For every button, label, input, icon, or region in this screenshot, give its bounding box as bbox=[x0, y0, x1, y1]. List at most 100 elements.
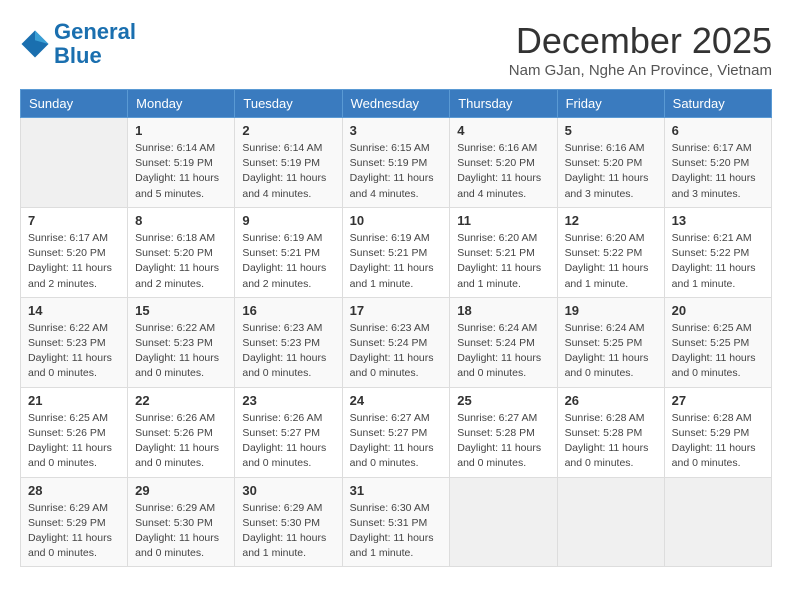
calendar-week-5: 28Sunrise: 6:29 AM Sunset: 5:29 PM Dayli… bbox=[21, 477, 772, 567]
day-number: 22 bbox=[135, 393, 227, 408]
day-number: 1 bbox=[135, 123, 227, 138]
day-number: 11 bbox=[457, 213, 549, 228]
day-number: 15 bbox=[135, 303, 227, 318]
day-info: Sunrise: 6:28 AM Sunset: 5:28 PM Dayligh… bbox=[565, 411, 657, 472]
day-number: 23 bbox=[242, 393, 334, 408]
calendar-cell bbox=[664, 477, 771, 567]
calendar-cell: 22 Sunrise: 6:26 AM Sunset: 5:26 PM Dayli… bbox=[128, 387, 235, 477]
day-number: 2 bbox=[242, 123, 334, 138]
day-info: Sunrise: 6:22 AM Sunset: 5:23 PM Dayligh… bbox=[28, 321, 120, 382]
weekday-header-friday: Friday bbox=[557, 90, 664, 118]
day-number: 28 bbox=[28, 483, 120, 498]
calendar-cell: 10 Sunrise: 6:19 AM Sunset: 5:21 PM Dayli… bbox=[342, 207, 450, 297]
calendar-cell: 2Sunrise: 6:14 AM Sunset: 5:19 PM Daylig… bbox=[235, 118, 342, 208]
calendar-cell: 7 Sunrise: 6:17 AM Sunset: 5:20 PM Daylig… bbox=[21, 207, 128, 297]
day-info: Sunrise: 6:27 AM Sunset: 5:27 PM Dayligh… bbox=[350, 411, 443, 472]
calendar-cell: 4 Sunrise: 6:16 AM Sunset: 5:20 PM Daylig… bbox=[450, 118, 557, 208]
calendar-cell bbox=[450, 477, 557, 567]
calendar-cell: 9Sunrise: 6:19 AM Sunset: 5:21 PM Daylig… bbox=[235, 207, 342, 297]
day-info: Sunrise: 6:23 AM Sunset: 5:23 PM Dayligh… bbox=[242, 321, 334, 382]
day-number: 10 bbox=[350, 213, 443, 228]
day-info: Sunrise: 6:26 AM Sunset: 5:27 PM Dayligh… bbox=[242, 411, 334, 472]
calendar-cell: 31Sunrise: 6:30 AM Sunset: 5:31 PM Dayli… bbox=[342, 477, 450, 567]
logo-text: General Blue bbox=[54, 20, 136, 68]
calendar-cell: 26 Sunrise: 6:28 AM Sunset: 5:28 PM Dayli… bbox=[557, 387, 664, 477]
calendar-week-4: 21 Sunrise: 6:25 AM Sunset: 5:26 PM Dayli… bbox=[21, 387, 772, 477]
calendar-cell: 1 Sunrise: 6:14 AM Sunset: 5:19 PM Daylig… bbox=[128, 118, 235, 208]
day-info: Sunrise: 6:16 AM Sunset: 5:20 PM Dayligh… bbox=[565, 141, 657, 202]
day-info: Sunrise: 6:26 AM Sunset: 5:26 PM Dayligh… bbox=[135, 411, 227, 472]
day-number: 14 bbox=[28, 303, 120, 318]
day-number: 13 bbox=[672, 213, 764, 228]
day-info: Sunrise: 6:19 AM Sunset: 5:21 PM Dayligh… bbox=[350, 231, 443, 292]
day-number: 3 bbox=[350, 123, 443, 138]
day-info: Sunrise: 6:24 AM Sunset: 5:25 PM Dayligh… bbox=[565, 321, 657, 382]
calendar-cell: 15 Sunrise: 6:22 AM Sunset: 5:23 PM Dayli… bbox=[128, 297, 235, 387]
weekday-header-row: SundayMondayTuesdayWednesdayThursdayFrid… bbox=[21, 90, 772, 118]
day-info: Sunrise: 6:20 AM Sunset: 5:22 PM Dayligh… bbox=[565, 231, 657, 292]
day-info: Sunrise: 6:17 AM Sunset: 5:20 PM Dayligh… bbox=[28, 231, 120, 292]
day-number: 31 bbox=[350, 483, 443, 498]
day-info: Sunrise: 6:19 AM Sunset: 5:21 PM Dayligh… bbox=[242, 231, 334, 292]
calendar-cell: 12 Sunrise: 6:20 AM Sunset: 5:22 PM Dayli… bbox=[557, 207, 664, 297]
location: Nam GJan, Nghe An Province, Vietnam bbox=[509, 62, 772, 79]
calendar-cell: 14 Sunrise: 6:22 AM Sunset: 5:23 PM Dayli… bbox=[21, 297, 128, 387]
day-number: 7 bbox=[28, 213, 120, 228]
calendar-cell: 25 Sunrise: 6:27 AM Sunset: 5:28 PM Dayli… bbox=[450, 387, 557, 477]
weekday-header-wednesday: Wednesday bbox=[342, 90, 450, 118]
day-number: 27 bbox=[672, 393, 764, 408]
weekday-header-tuesday: Tuesday bbox=[235, 90, 342, 118]
calendar-cell bbox=[21, 118, 128, 208]
calendar-cell: 21 Sunrise: 6:25 AM Sunset: 5:26 PM Dayli… bbox=[21, 387, 128, 477]
calendar-cell: 28Sunrise: 6:29 AM Sunset: 5:29 PM Dayli… bbox=[21, 477, 128, 567]
day-number: 21 bbox=[28, 393, 120, 408]
title-block: December 2025 Nam GJan, Nghe An Province… bbox=[509, 20, 772, 79]
weekday-header-sunday: Sunday bbox=[21, 90, 128, 118]
calendar-cell bbox=[557, 477, 664, 567]
day-info: Sunrise: 6:16 AM Sunset: 5:20 PM Dayligh… bbox=[457, 141, 549, 202]
month-title: December 2025 bbox=[509, 20, 772, 62]
page-header: General Blue December 2025 Nam GJan, Ngh… bbox=[20, 20, 772, 79]
calendar-cell: 8Sunrise: 6:18 AM Sunset: 5:20 PM Daylig… bbox=[128, 207, 235, 297]
day-info: Sunrise: 6:17 AM Sunset: 5:20 PM Dayligh… bbox=[672, 141, 764, 202]
day-number: 17 bbox=[350, 303, 443, 318]
calendar-cell: 13 Sunrise: 6:21 AM Sunset: 5:22 PM Dayli… bbox=[664, 207, 771, 297]
calendar-cell: 30 Sunrise: 6:29 AM Sunset: 5:30 PM Dayli… bbox=[235, 477, 342, 567]
calendar-cell: 20Sunrise: 6:25 AM Sunset: 5:25 PM Dayli… bbox=[664, 297, 771, 387]
weekday-header-thursday: Thursday bbox=[450, 90, 557, 118]
day-number: 29 bbox=[135, 483, 227, 498]
day-number: 26 bbox=[565, 393, 657, 408]
calendar-cell: 27Sunrise: 6:28 AM Sunset: 5:29 PM Dayli… bbox=[664, 387, 771, 477]
calendar-cell: 11 Sunrise: 6:20 AM Sunset: 5:21 PM Dayli… bbox=[450, 207, 557, 297]
day-info: Sunrise: 6:15 AM Sunset: 5:19 PM Dayligh… bbox=[350, 141, 443, 202]
day-info: Sunrise: 6:18 AM Sunset: 5:20 PM Dayligh… bbox=[135, 231, 227, 292]
logo: General Blue bbox=[20, 20, 136, 68]
day-number: 16 bbox=[242, 303, 334, 318]
day-info: Sunrise: 6:25 AM Sunset: 5:26 PM Dayligh… bbox=[28, 411, 120, 472]
day-number: 5 bbox=[565, 123, 657, 138]
day-number: 18 bbox=[457, 303, 549, 318]
day-info: Sunrise: 6:29 AM Sunset: 5:30 PM Dayligh… bbox=[242, 501, 334, 562]
day-info: Sunrise: 6:27 AM Sunset: 5:28 PM Dayligh… bbox=[457, 411, 549, 472]
weekday-header-monday: Monday bbox=[128, 90, 235, 118]
day-info: Sunrise: 6:14 AM Sunset: 5:19 PM Dayligh… bbox=[135, 141, 227, 202]
day-number: 4 bbox=[457, 123, 549, 138]
calendar-cell: 23 Sunrise: 6:26 AM Sunset: 5:27 PM Dayli… bbox=[235, 387, 342, 477]
calendar-cell: 17Sunrise: 6:23 AM Sunset: 5:24 PM Dayli… bbox=[342, 297, 450, 387]
day-info: Sunrise: 6:24 AM Sunset: 5:24 PM Dayligh… bbox=[457, 321, 549, 382]
calendar-cell: 29Sunrise: 6:29 AM Sunset: 5:30 PM Dayli… bbox=[128, 477, 235, 567]
day-info: Sunrise: 6:21 AM Sunset: 5:22 PM Dayligh… bbox=[672, 231, 764, 292]
calendar-table: SundayMondayTuesdayWednesdayThursdayFrid… bbox=[20, 89, 772, 567]
calendar-week-2: 7 Sunrise: 6:17 AM Sunset: 5:20 PM Daylig… bbox=[21, 207, 772, 297]
calendar-cell: 3 Sunrise: 6:15 AM Sunset: 5:19 PM Daylig… bbox=[342, 118, 450, 208]
day-number: 25 bbox=[457, 393, 549, 408]
day-number: 24 bbox=[350, 393, 443, 408]
calendar-cell: 5 Sunrise: 6:16 AM Sunset: 5:20 PM Daylig… bbox=[557, 118, 664, 208]
calendar-body: 1 Sunrise: 6:14 AM Sunset: 5:19 PM Daylig… bbox=[21, 118, 772, 567]
day-number: 30 bbox=[242, 483, 334, 498]
calendar-cell: 19Sunrise: 6:24 AM Sunset: 5:25 PM Dayli… bbox=[557, 297, 664, 387]
day-info: Sunrise: 6:22 AM Sunset: 5:23 PM Dayligh… bbox=[135, 321, 227, 382]
calendar-cell: 24 Sunrise: 6:27 AM Sunset: 5:27 PM Dayli… bbox=[342, 387, 450, 477]
day-info: Sunrise: 6:20 AM Sunset: 5:21 PM Dayligh… bbox=[457, 231, 549, 292]
day-number: 12 bbox=[565, 213, 657, 228]
